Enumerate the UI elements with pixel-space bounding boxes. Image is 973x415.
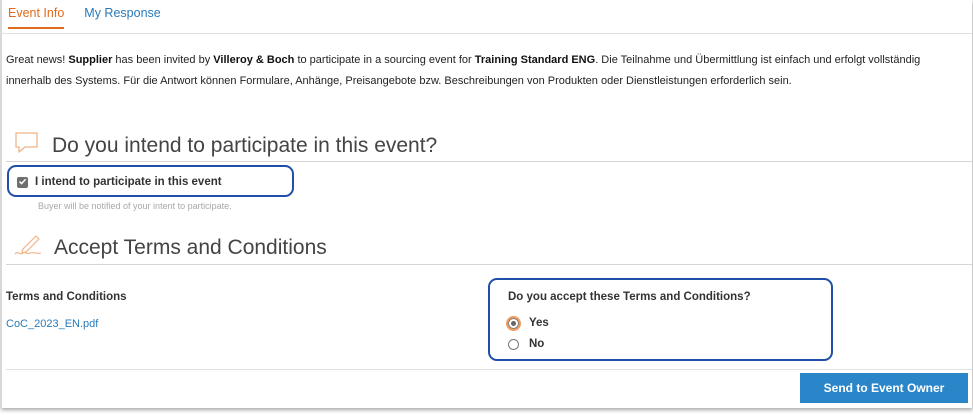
signature-pen-icon [14,233,42,262]
participate-highlight [7,165,294,197]
tab-my-response[interactable]: My Response [84,0,160,27]
tab-divider [0,33,972,34]
left-edge [0,0,2,408]
participate-title: Do you intend to participate in this eve… [52,133,438,157]
tab-event-info[interactable]: Event Info [8,0,65,29]
participate-divider [6,161,972,162]
terms-title: Accept Terms and Conditions [54,235,327,259]
event-name: Training Standard ENG [474,54,596,66]
participate-header: Do you intend to participate in this eve… [14,131,437,160]
event-page: Event Info My Response Great news! Suppl… [0,0,972,408]
speech-bubble-icon [14,131,40,160]
terms-divider [6,264,972,265]
terms-label: Terms and Conditions [6,291,127,303]
footer-divider [6,369,972,370]
terms-file-link[interactable]: CoC_2023_EN.pdf [6,318,98,330]
supplier-name: Supplier [68,54,113,66]
terms-highlight [488,278,833,361]
intro-text: Great news! Supplier has been invited by… [6,54,921,87]
tab-bar: Event Info My Response [8,0,181,34]
participate-hint: Buyer will be notified of your intent to… [38,201,232,211]
terms-header: Accept Terms and Conditions [14,233,327,262]
send-to-event-owner-button[interactable]: Send to Event Owner [800,373,968,403]
buyer-name: Villeroy & Boch [213,54,295,66]
